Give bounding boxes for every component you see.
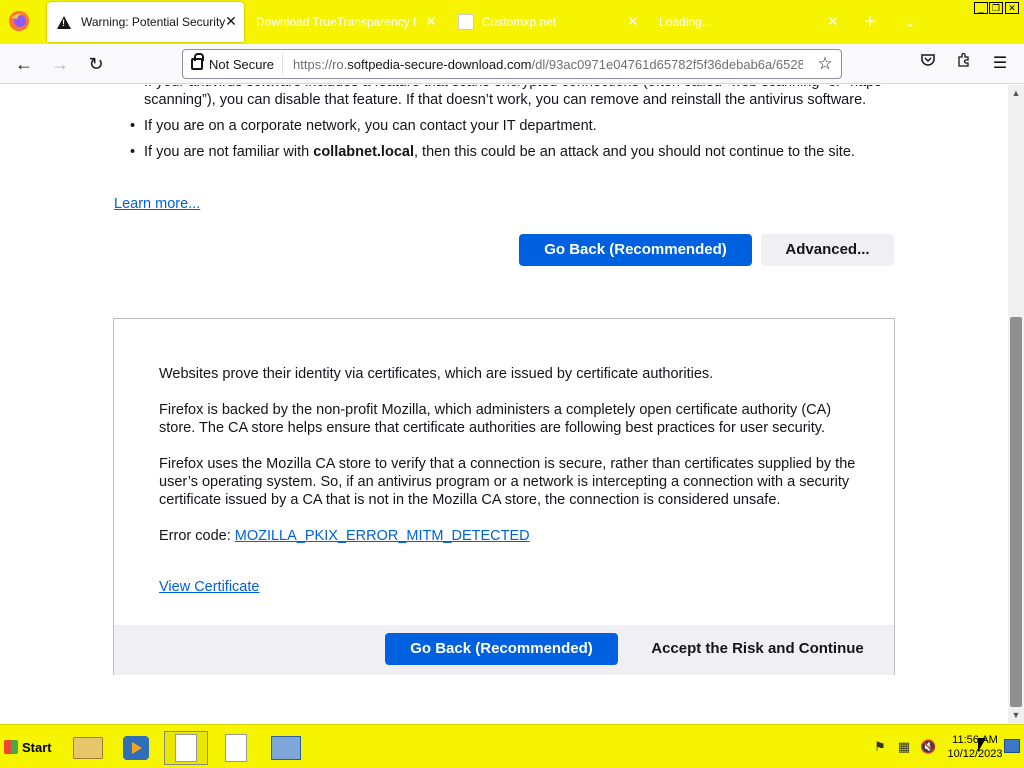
navigation-toolbar: ← → ↻ Not Secure https://ro.softpedia-se…	[0, 44, 1024, 84]
tab-loading[interactable]: Loading... ✕	[650, 0, 846, 44]
tab-title: Download TrueTransparency free	[256, 15, 416, 29]
warning-icon	[57, 15, 71, 29]
advanced-panel-footer: Go Back (Recommended) Accept the Risk an…	[114, 625, 894, 675]
advanced-panel: Websites prove their identity via certif…	[113, 318, 895, 675]
bullet-text: , then this could be an attack and you s…	[413, 144, 855, 160]
system-clock[interactable]: 11:56 AM 10/12/2023	[946, 733, 1004, 761]
list-item: If you are not familiar with collabnet.l…	[130, 143, 904, 161]
broken-lock-icon	[191, 53, 204, 70]
view-certificate-link[interactable]: View Certificate	[159, 579, 259, 595]
bullet-text: If your antivirus software includes a fe…	[144, 85, 881, 108]
start-button[interactable]: Start	[2, 731, 54, 763]
start-label: Start	[22, 739, 52, 755]
address-bar[interactable]: Not Secure https://ro.softpedia-secure-d…	[182, 49, 842, 79]
bullet-text: If you are on a corporate network, you c…	[144, 118, 597, 134]
advanced-button[interactable]: Advanced...	[761, 234, 894, 266]
scroll-down-icon[interactable]: ▼	[1010, 709, 1022, 721]
clock-date: 10/12/2023	[947, 748, 1003, 760]
list-item: If you are on a corporate network, you c…	[130, 117, 904, 135]
close-window-icon[interactable]: ✕	[1005, 2, 1019, 14]
tab-security-warning[interactable]: Warning: Potential Security Ri ✕	[47, 2, 244, 42]
bookmark-star-icon[interactable]: ☆	[815, 54, 835, 74]
vertical-scrollbar[interactable]: ▲ ▼	[1008, 85, 1024, 723]
mouse-cursor-icon	[978, 738, 986, 752]
clock-time: 11:56 AM	[952, 734, 998, 746]
firefox-logo-icon[interactable]	[8, 10, 30, 32]
page-icon	[458, 14, 474, 30]
close-tab-icon[interactable]: ✕	[424, 14, 438, 28]
control-panel-icon[interactable]	[264, 731, 308, 765]
close-tab-icon[interactable]: ✕	[826, 14, 840, 28]
list-all-tabs-chevron-icon[interactable]: ⌄	[900, 12, 920, 32]
bullet-text: If you are not familiar with	[144, 144, 314, 160]
restore-window-icon[interactable]: ❐	[989, 2, 1003, 14]
tab-title: Warning: Potential Security Ri	[81, 15, 229, 29]
url-path: /dl/93ac0971e04761d65782f5f36debab6a/652…	[531, 56, 804, 72]
taskbar: Start ⚑ ▦ 🔇 11:56 AM 10/12/2023	[0, 724, 1024, 768]
url-text[interactable]: https://ro.softpedia-secure-download.com…	[283, 57, 803, 72]
network-icon[interactable]: ▦	[896, 739, 912, 755]
error-code-link[interactable]: MOZILLA_PKIX_ERROR_MITM_DETECTED	[235, 528, 530, 544]
tab-title: Loading...	[659, 15, 712, 29]
suggestion-list: If your antivirus software includes a fe…	[130, 85, 904, 169]
tab-customxp[interactable]: Customxp.net ✕	[450, 0, 646, 44]
accept-risk-button[interactable]: Accept the Risk and Continue	[626, 633, 889, 665]
list-item: If your antivirus software includes a fe…	[130, 85, 904, 109]
show-desktop-icon[interactable]	[1004, 739, 1020, 753]
error-code-line: Error code: MOZILLA_PKIX_ERROR_MITM_DETE…	[159, 527, 859, 545]
forward-arrow-icon[interactable]: →	[48, 52, 72, 76]
scroll-up-icon[interactable]: ▲	[1010, 87, 1022, 99]
media-player-icon[interactable]	[114, 731, 158, 765]
file-explorer-icon[interactable]	[66, 731, 110, 765]
site-security-indicator[interactable]: Not Secure	[183, 53, 284, 75]
action-center-flag-icon[interactable]: ⚑	[872, 739, 888, 755]
error-code-label: Error code:	[159, 528, 235, 544]
document-window-icon[interactable]	[214, 731, 258, 765]
reload-icon[interactable]: ↻	[84, 52, 108, 76]
scrollbar-thumb[interactable]	[1010, 317, 1022, 707]
windows-flag-icon	[4, 740, 18, 754]
view-certificate-line: View Certificate	[159, 578, 859, 596]
tab-strip: Warning: Potential Security Ri ✕ Downloa…	[0, 0, 1024, 44]
minimize-window-icon[interactable]: _	[974, 2, 988, 14]
url-prefix: https://ro.	[293, 56, 348, 72]
learn-more-link[interactable]: Learn more...	[114, 196, 200, 212]
domain-name: collabnet.local	[313, 144, 414, 160]
mitm-explanation: Firefox uses the Mozilla CA store to ver…	[159, 456, 856, 508]
close-tab-icon[interactable]: ✕	[626, 14, 640, 28]
not-secure-label: Not Secure	[209, 56, 275, 72]
tab-download-truetransparency[interactable]: Download TrueTransparency free ✕	[248, 0, 444, 44]
go-back-button[interactable]: Go Back (Recommended)	[385, 633, 618, 665]
pocket-icon[interactable]	[916, 52, 940, 76]
new-tab-plus-icon[interactable]: +	[860, 12, 880, 32]
url-host: softpedia-secure-download.com	[347, 56, 532, 72]
hamburger-menu-icon[interactable]: ☰	[988, 52, 1012, 76]
page-content: If your antivirus software includes a fe…	[0, 85, 1008, 723]
certificate-explanation: Websites prove their identity via certif…	[159, 366, 714, 382]
mozilla-ca-explanation: Firefox is backed by the non-profit Mozi…	[159, 402, 832, 436]
back-arrow-icon[interactable]: ←	[12, 52, 36, 76]
volume-muted-icon[interactable]: 🔇	[920, 739, 936, 755]
document-window-icon[interactable]	[164, 731, 208, 765]
tab-title: Customxp.net	[482, 15, 557, 29]
extensions-puzzle-icon[interactable]	[952, 52, 976, 76]
go-back-button[interactable]: Go Back (Recommended)	[519, 234, 752, 266]
close-tab-icon[interactable]: ✕	[224, 14, 238, 28]
